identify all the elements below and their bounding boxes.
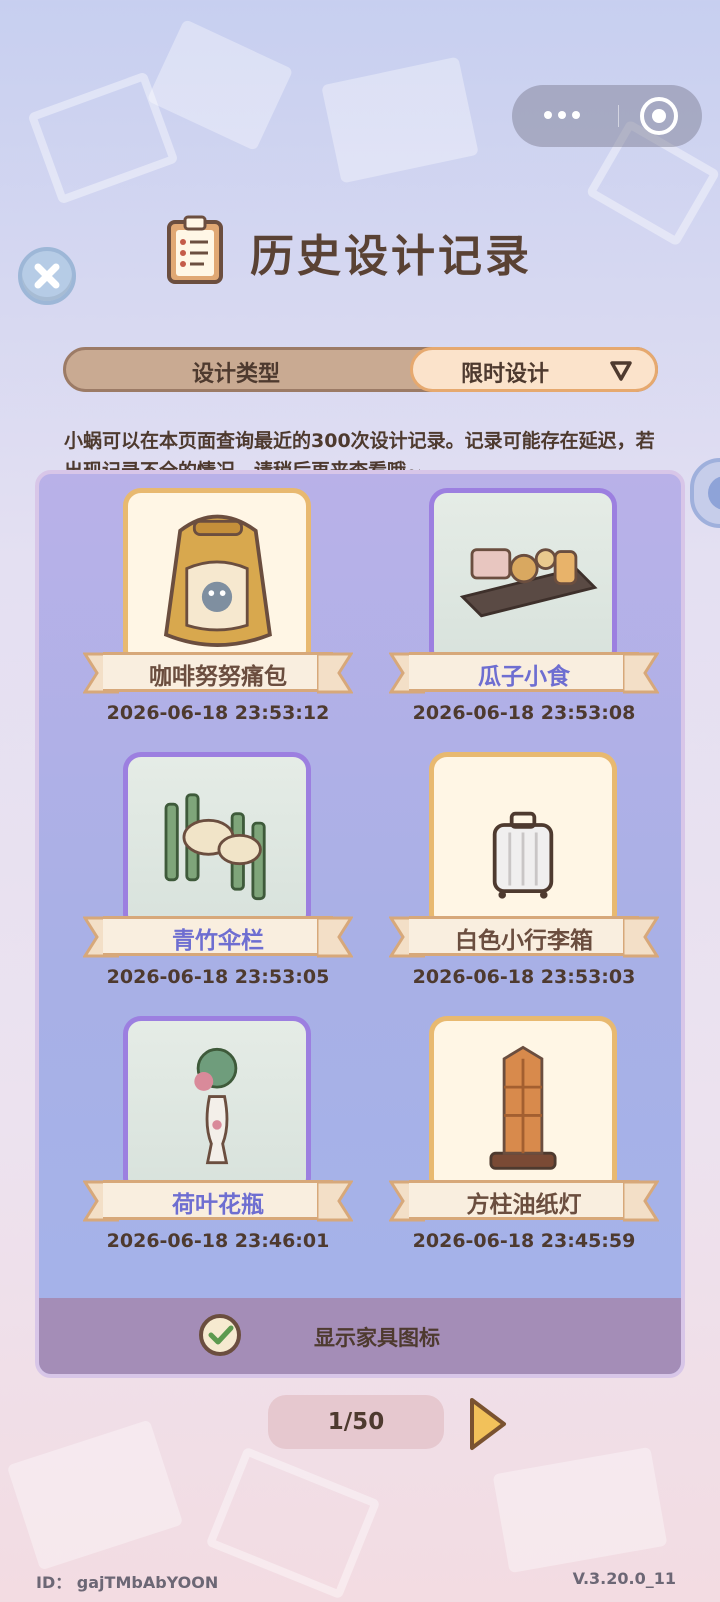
page-title: 历史设计记录 — [250, 231, 532, 282]
record-item[interactable]: 咖啡努努痛包 2026-06-18 23:53:12 — [83, 488, 353, 748]
suitcase-icon — [492, 811, 554, 899]
design-type-value: 限时设计 — [461, 362, 550, 387]
item-name: 方柱油纸灯 — [466, 1192, 582, 1218]
item-ribbon: 青竹伞栏 — [83, 914, 353, 960]
item-timestamp: 2026-06-18 23:53:12 — [106, 702, 330, 724]
item-name: 白色小行李箱 — [455, 928, 593, 954]
item-name: 荷叶花瓶 — [172, 1192, 264, 1218]
record-item[interactable]: 白色小行李箱 2026-06-18 23:53:03 — [389, 752, 659, 1012]
next-page-button[interactable] — [466, 1396, 508, 1452]
item-timestamp: 2026-06-18 23:53:08 — [412, 702, 636, 724]
item-thumbnail — [123, 488, 311, 668]
version-text: V.3.20.0_11 — [572, 1569, 676, 1588]
lotus-vase-icon — [194, 1047, 238, 1165]
design-type-dropdown[interactable]: 限时设计 — [410, 347, 658, 392]
item-timestamp: 2026-06-18 23:45:59 — [412, 1230, 636, 1252]
checkmark-icon — [208, 1325, 234, 1345]
item-ribbon: 咖啡努努痛包 — [83, 650, 353, 696]
records-panel: 咖啡努努痛包 2026-06-18 23:53:12 瓜子小食 2026-06-… — [35, 470, 685, 1378]
record-item[interactable]: 瓜子小食 2026-06-18 23:53:08 — [389, 488, 659, 748]
item-ribbon: 方柱油纸灯 — [389, 1178, 659, 1224]
show-icon-label: 显示家具图标 — [314, 1326, 440, 1350]
item-thumbnail — [429, 752, 617, 932]
dropdown-triangle-icon — [610, 361, 632, 381]
item-ribbon: 瓜子小食 — [389, 650, 659, 696]
item-thumbnail — [123, 752, 311, 932]
paper-lantern-icon — [489, 1045, 557, 1170]
user-id-text: ID： gajTMbAbYOON — [36, 1573, 219, 1592]
record-item[interactable]: 荷叶花瓶 2026-06-18 23:46:01 — [83, 1016, 353, 1276]
show-icon-checkbox[interactable] — [199, 1314, 241, 1356]
design-type-label: 设计类型 — [191, 362, 280, 387]
item-timestamp: 2026-06-18 23:53:03 — [412, 966, 636, 988]
record-item[interactable]: 方柱油纸灯 2026-06-18 23:45:59 — [389, 1016, 659, 1276]
clipboard-icon — [167, 215, 223, 284]
more-icon[interactable] — [544, 111, 580, 119]
item-timestamp: 2026-06-18 23:53:05 — [106, 966, 330, 988]
notice-text: 小蜗可以在本页面查询最近的300次设计记录。记录可能存在延迟，若出现记录不全的情… — [64, 430, 655, 470]
record-item[interactable]: 青竹伞栏 2026-06-18 23:53:05 — [83, 752, 353, 1012]
bg-decoration — [146, 18, 294, 152]
bg-decoration — [321, 56, 479, 184]
item-thumbnail — [429, 488, 617, 668]
bg-decoration — [6, 1419, 184, 1571]
item-ribbon: 荷叶花瓶 — [83, 1178, 353, 1224]
exit-target-icon[interactable] — [640, 97, 678, 135]
item-name: 青竹伞栏 — [172, 928, 264, 954]
bg-decoration — [492, 1446, 668, 1574]
design-type-filter: 设计类型 限时设计 — [63, 347, 658, 392]
item-thumbnail — [429, 1016, 617, 1196]
item-name: 咖啡努努痛包 — [149, 664, 287, 690]
snack-tray-icon — [459, 548, 598, 618]
close-icon — [34, 263, 60, 289]
bamboo-fence-icon — [164, 793, 266, 901]
item-name: 瓜子小食 — [478, 664, 570, 690]
backpack-icon — [163, 514, 272, 647]
item-ribbon: 白色小行李箱 — [389, 914, 659, 960]
miniprogram-capsule — [512, 85, 702, 147]
panel-footer: 显示家具图标 — [39, 1298, 681, 1374]
page-indicator: 1/50 — [268, 1395, 444, 1449]
side-tab-button[interactable] — [690, 458, 720, 528]
item-timestamp: 2026-06-18 23:46:01 — [106, 1230, 330, 1252]
item-thumbnail — [123, 1016, 311, 1196]
close-button[interactable] — [18, 247, 76, 305]
bg-decoration — [205, 1446, 381, 1600]
